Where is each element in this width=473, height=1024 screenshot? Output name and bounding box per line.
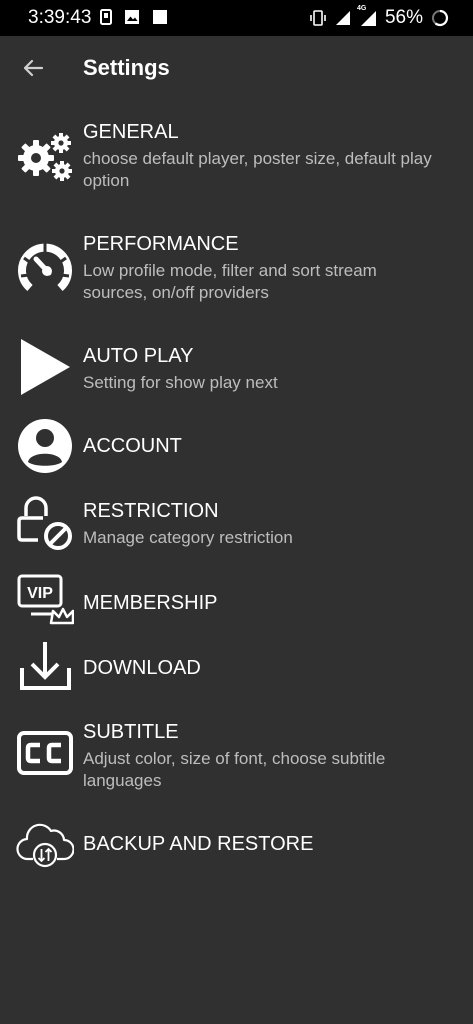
settings-item-general[interactable]: GENERAL choose default player, poster si… — [0, 118, 473, 218]
settings-item-title: GENERAL — [83, 121, 179, 143]
settings-item-text: AUTO PLAY Setting for show play next — [83, 344, 443, 394]
settings-item-restriction[interactable]: RESTRICTION Manage category restriction — [0, 494, 473, 563]
speedometer-icon — [16, 238, 74, 296]
settings-item-title: DOWNLOAD — [83, 657, 201, 679]
settings-item-text: RESTRICTION Manage category restriction — [83, 499, 443, 549]
status-bar: 3:39:43 4G 56% — [0, 0, 473, 36]
settings-item-download[interactable]: DOWNLOAD — [0, 638, 473, 694]
cloud-sync-icon — [16, 815, 74, 873]
square-notification-icon — [153, 10, 167, 24]
battery-ring-icon — [432, 9, 449, 27]
settings-item-title: MEMBERSHIP — [83, 592, 218, 614]
settings-item-performance[interactable]: PERFORMANCE Low profile mode, filter and… — [0, 230, 473, 330]
settings-item-subtitle: Adjust color, size of font, choose subti… — [83, 749, 386, 790]
vip-crown-icon: VIP — [16, 573, 74, 631]
account-icon — [16, 417, 74, 475]
settings-item-title: ACCOUNT — [83, 435, 182, 457]
settings-item-account[interactable]: ACCOUNT — [0, 416, 473, 476]
network-4g-indicator: 4G — [357, 5, 377, 27]
settings-item-subtitle: Setting for show play next — [83, 373, 278, 392]
settings-item-text: ACCOUNT — [83, 434, 443, 458]
network-badge: 4G — [356, 5, 367, 12]
settings-item-subtitle: Manage category restriction — [83, 528, 293, 547]
settings-item-subtitle: Low profile mode, filter and sort stream… — [83, 261, 377, 302]
settings-item-backup-restore[interactable]: BACKUP AND RESTORE — [0, 814, 473, 874]
lock-block-icon — [16, 494, 74, 552]
download-icon — [16, 638, 74, 696]
settings-item-title: AUTO PLAY — [83, 345, 194, 367]
notification-icons — [100, 9, 168, 25]
settings-item-title: BACKUP AND RESTORE — [83, 833, 314, 855]
svg-text:VIP: VIP — [27, 585, 53, 602]
vibrate-icon — [310, 10, 326, 26]
system-status: 4G 56% — [309, 5, 449, 29]
settings-item-text: BACKUP AND RESTORE — [83, 832, 443, 856]
device-notification-icon — [100, 9, 112, 25]
settings-item-membership[interactable]: VIP MEMBERSHIP — [0, 573, 473, 629]
play-icon — [16, 338, 74, 396]
back-arrow-icon — [23, 59, 44, 77]
settings-item-text: PERFORMANCE Low profile mode, filter and… — [83, 232, 443, 304]
signal-icon — [335, 11, 350, 25]
settings-item-title: PERFORMANCE — [83, 233, 239, 255]
settings-item-title: RESTRICTION — [83, 500, 219, 522]
app-bar: Settings — [0, 36, 473, 100]
settings-item-title: SUBTITLE — [83, 721, 179, 743]
cc-icon — [16, 726, 74, 784]
settings-item-auto-play[interactable]: AUTO PLAY Setting for show play next — [0, 339, 473, 412]
settings-item-text: MEMBERSHIP — [83, 591, 443, 615]
image-notification-icon — [125, 10, 139, 24]
battery-percent: 56% — [384, 7, 423, 28]
settings-item-subtitle[interactable]: SUBTITLE Adjust color, size of font, cho… — [0, 718, 473, 818]
settings-item-text: DOWNLOAD — [83, 656, 443, 680]
back-button[interactable] — [18, 53, 48, 83]
gears-icon — [16, 126, 74, 184]
status-time: 3:39:43 — [28, 7, 92, 28]
settings-item-text: GENERAL choose default player, poster si… — [83, 120, 443, 192]
settings-item-text: SUBTITLE Adjust color, size of font, cho… — [83, 720, 443, 792]
page-title: Settings — [83, 55, 170, 80]
settings-item-subtitle: choose default player, poster size, defa… — [83, 149, 432, 190]
